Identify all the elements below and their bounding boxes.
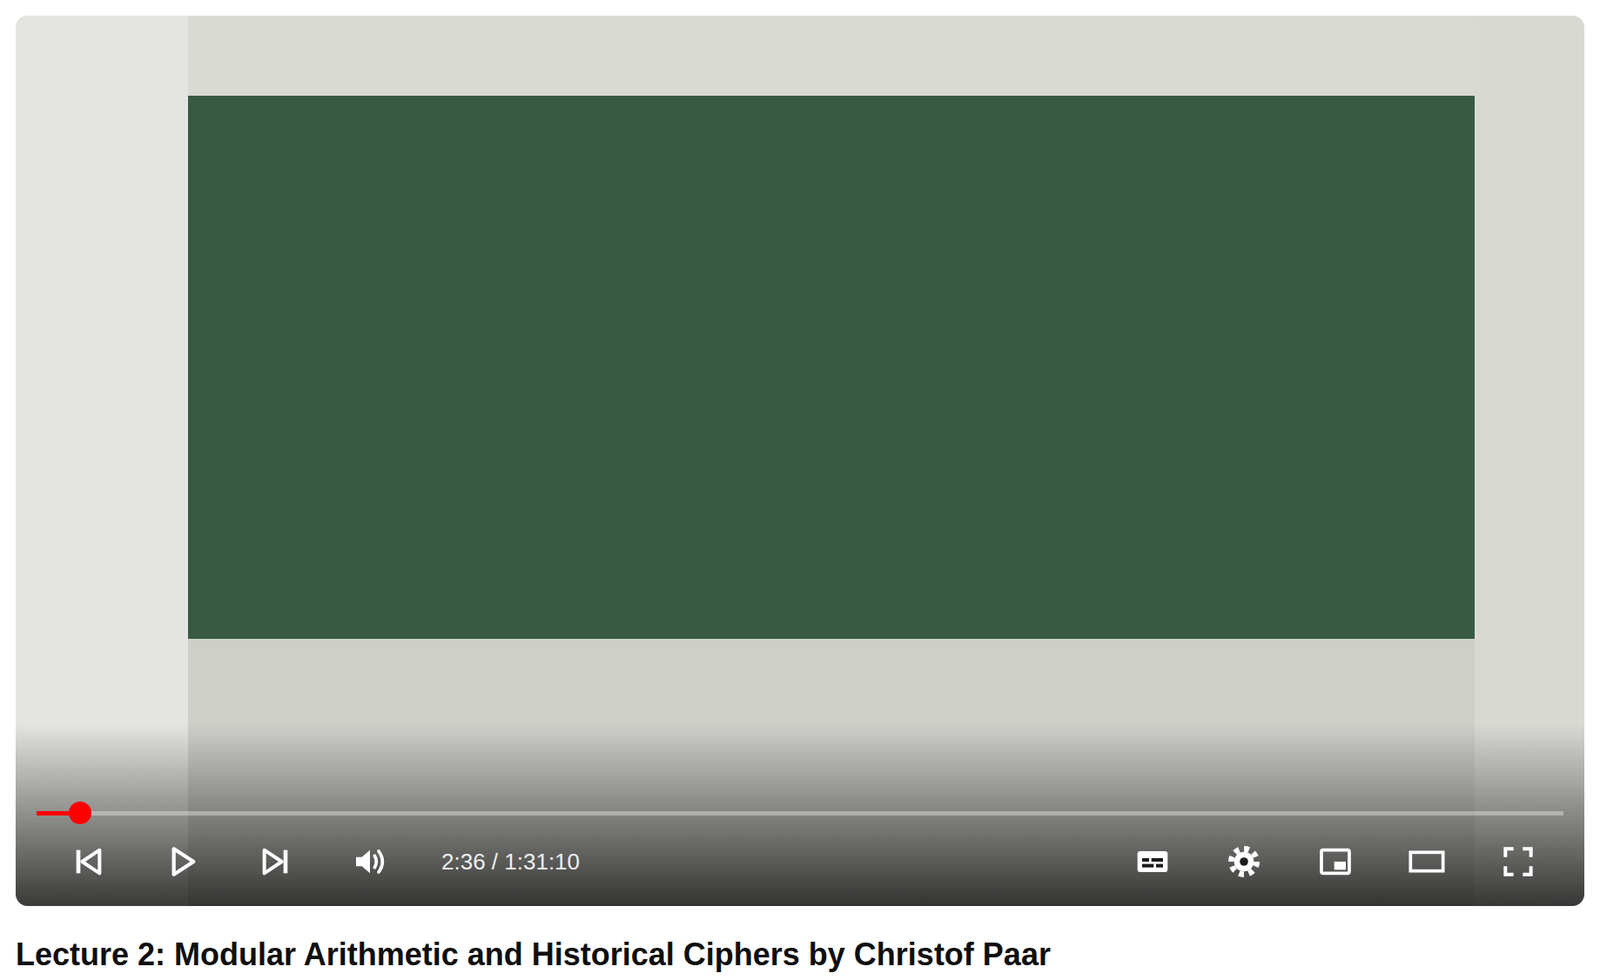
video-player[interactable]: 2:36 / 1:31:10 — [15, 15, 1585, 907]
previous-icon — [67, 840, 109, 883]
volume-icon — [349, 840, 391, 883]
right-controls — [1106, 826, 1564, 897]
miniplayer-button[interactable] — [1289, 826, 1381, 897]
progress-bar[interactable] — [36, 801, 1564, 825]
theater-mode-button[interactable] — [1380, 826, 1473, 897]
player-controls: 2:36 / 1:31:10 — [15, 801, 1585, 907]
captions-icon — [1131, 840, 1174, 883]
previous-button[interactable] — [40, 826, 135, 897]
progress-track — [36, 811, 1564, 816]
theater-icon — [1405, 840, 1448, 883]
left-controls: 2:36 / 1:31:10 — [40, 826, 580, 897]
play-button[interactable] — [134, 826, 229, 897]
time-display: 2:36 / 1:31:10 — [441, 848, 580, 876]
volume-button[interactable] — [322, 826, 417, 897]
play-icon — [161, 840, 203, 883]
progress-scrubber[interactable] — [68, 801, 92, 825]
fullscreen-icon — [1497, 840, 1540, 883]
controls-row: 2:36 / 1:31:10 — [36, 826, 1564, 897]
captions-button[interactable] — [1106, 826, 1198, 897]
watch-page: 2:36 / 1:31:10 Lecture 2: Modular Arithme… — [0, 0, 1600, 980]
next-button[interactable] — [228, 826, 323, 897]
next-icon — [255, 840, 297, 883]
miniplayer-icon — [1314, 840, 1357, 883]
fullscreen-button[interactable] — [1472, 826, 1564, 897]
gear-icon — [1223, 840, 1265, 883]
settings-button[interactable] — [1197, 826, 1290, 897]
video-title: Lecture 2: Modular Arithmetic and Histor… — [15, 935, 1585, 980]
